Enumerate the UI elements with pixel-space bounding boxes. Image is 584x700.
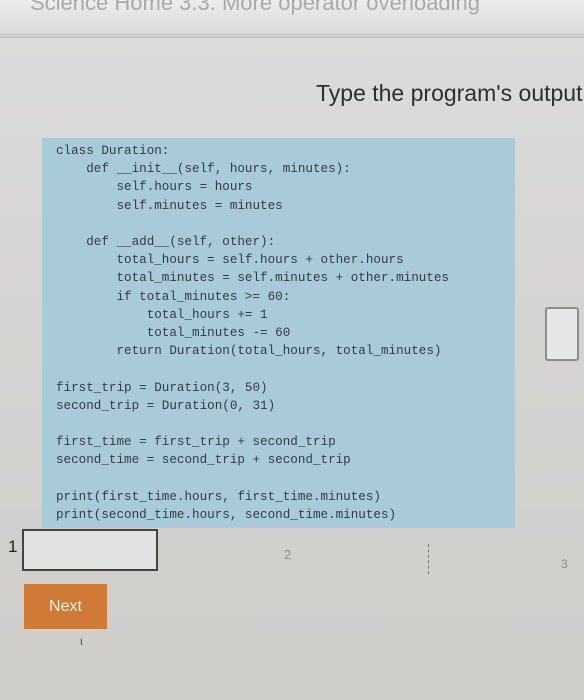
step-3-indicator[interactable]: 3 — [561, 557, 568, 571]
code-line: def __init__(self, hours, minutes): — [56, 162, 351, 177]
code-line: second_time = second_trip + second_trip — [56, 453, 351, 468]
next-button[interactable]: Next — [24, 584, 107, 629]
step-1-indicator[interactable] — [22, 529, 158, 571]
top-bar: Science Home 3.3. More operator overload… — [0, 0, 584, 35]
code-line: total_minutes = self.minutes + other.min… — [56, 271, 449, 286]
code-line: print(first_time.hours, first_time.minut… — [56, 489, 381, 504]
code-line: if total_minutes >= 60: — [56, 289, 291, 304]
code-line: class Duration: — [56, 144, 170, 158]
instruction-heading: Type the program's output — [316, 80, 583, 106]
code-line: self.hours = hours — [56, 180, 253, 195]
step-divider — [428, 544, 429, 574]
answer-input[interactable] — [545, 307, 579, 361]
code-panel: class Duration: def __init__(self, hours… — [42, 138, 515, 528]
code-line: second_trip = Duration(0, 31) — [56, 398, 276, 413]
page-title: Science Home 3.3. More operator overload… — [30, 0, 481, 15]
step-2-indicator[interactable]: 2 — [284, 547, 291, 562]
progress-tracker: 1 2 3 — [0, 527, 584, 575]
code-line: total_minutes -= 60 — [56, 326, 291, 341]
code-block: class Duration: def __init__(self, hours… — [56, 142, 515, 524]
code-line: print(second_time.hours, second_time.min… — [56, 508, 397, 523]
code-line: return Duration(total_hours, total_minut… — [56, 344, 442, 359]
code-line: first_trip = Duration(3, 50) — [56, 380, 268, 395]
code-line: def __add__(self, other): — [56, 235, 276, 250]
code-line: first_time = first_trip + second_trip — [56, 435, 336, 450]
divider — [0, 36, 584, 38]
text-cursor: ι — [80, 634, 83, 648]
current-step-number: 1 — [8, 537, 18, 556]
code-line: self.minutes = minutes — [56, 198, 283, 213]
code-line: total_hours = self.hours + other.hours — [56, 253, 404, 268]
code-line: total_hours += 1 — [56, 307, 268, 322]
